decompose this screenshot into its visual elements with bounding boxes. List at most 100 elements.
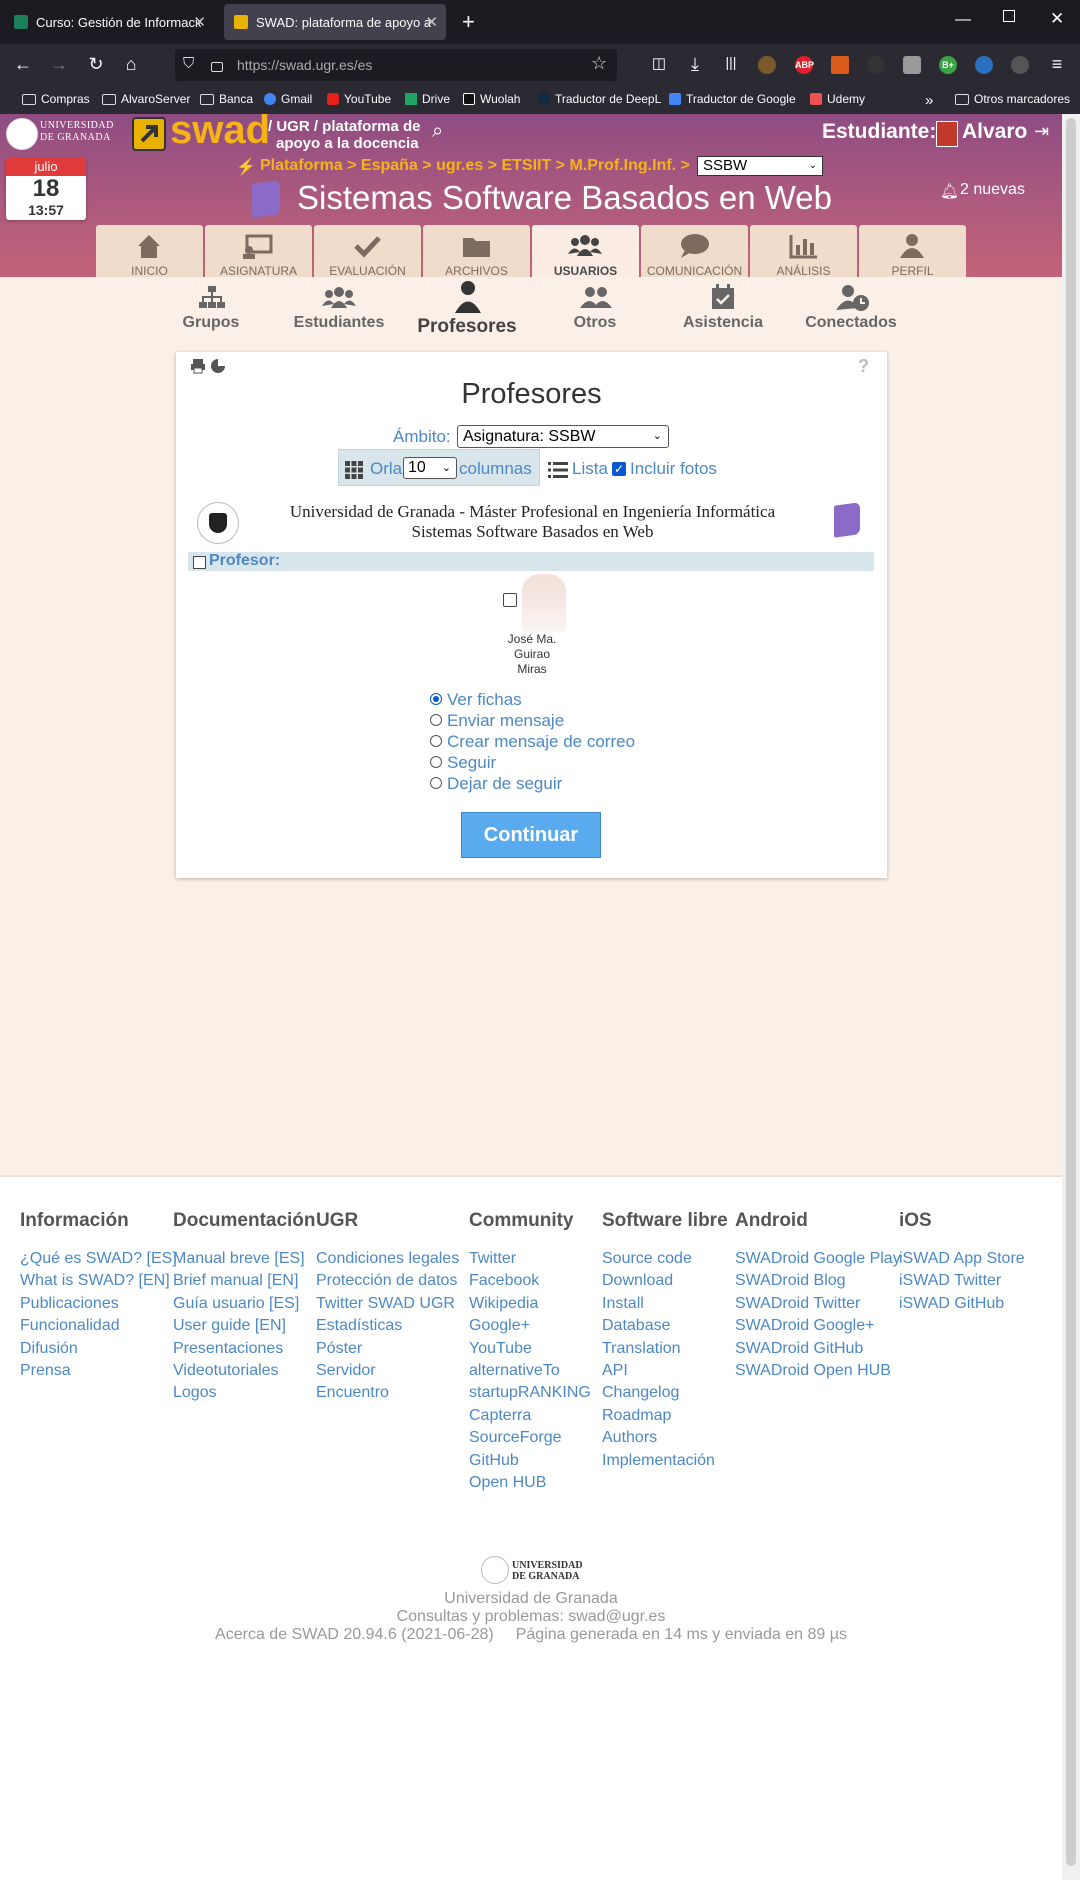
select-all-checkbox[interactable]	[193, 556, 206, 569]
bookmark-item[interactable]: Wuolah	[463, 92, 520, 106]
extensions-puzzle-icon[interactable]	[1011, 56, 1029, 74]
tab-comunicacion[interactable]: COMUNICACIÓN	[641, 225, 748, 278]
page-scrollbar[interactable]	[1062, 114, 1080, 1880]
teacher-checkbox[interactable]	[503, 593, 517, 607]
footer-link[interactable]: Implementación	[602, 1452, 715, 1470]
adblock-icon[interactable]: ABP	[795, 56, 814, 74]
footer-link[interactable]: Download	[602, 1272, 673, 1290]
print-icon[interactable]	[190, 358, 206, 374]
footer-link[interactable]: Videotutoriales	[173, 1362, 279, 1380]
footer-link[interactable]: Facebook	[469, 1272, 539, 1290]
footer-link[interactable]: Capterra	[469, 1407, 531, 1425]
radio-button[interactable]	[430, 714, 442, 726]
bookmark-item[interactable]: Traductor de Google	[669, 92, 796, 106]
orla-label[interactable]: Orla	[370, 459, 402, 479]
user-avatar[interactable]	[936, 121, 958, 147]
include-photos-checkbox[interactable]: ✓	[612, 462, 626, 476]
include-photos-label[interactable]: Incluir fotos	[630, 459, 717, 479]
other-bookmarks[interactable]: Otros marcadores	[955, 92, 1070, 106]
radio-button[interactable]	[430, 735, 442, 747]
list-icon[interactable]	[548, 461, 568, 479]
user-name[interactable]: Alvaro	[962, 120, 1027, 144]
lock-icon[interactable]	[211, 62, 223, 72]
footer-link[interactable]: Source code	[602, 1250, 692, 1268]
logout-icon[interactable]: ⇥	[1034, 121, 1049, 142]
menu-icon[interactable]: ≡	[1046, 54, 1068, 75]
footer-link[interactable]: Wikipedia	[469, 1295, 538, 1313]
footer-link[interactable]: Twitter	[469, 1250, 516, 1268]
course-select[interactable]: SSBW ⌄	[697, 156, 823, 176]
bookmark-item[interactable]: Traductor de DeepL	[538, 92, 661, 106]
tab-usuarios[interactable]: USUARIOS	[532, 225, 639, 278]
footer-link[interactable]: ¿Qué es SWAD? [ES]	[20, 1250, 177, 1268]
footer-link[interactable]: Servidor	[316, 1362, 376, 1380]
footer-link[interactable]: Authors	[602, 1429, 657, 1447]
radio-button[interactable]	[430, 777, 442, 789]
footer-link[interactable]: startupRANKING	[469, 1384, 591, 1402]
footer-link[interactable]: SWADroid Twitter	[735, 1295, 860, 1313]
footer-link[interactable]: SourceForge	[469, 1429, 562, 1447]
bookmark-item[interactable]: Gmail	[264, 92, 312, 106]
restore-icon[interactable]	[1003, 10, 1015, 22]
footer-link[interactable]: YouTube	[469, 1340, 532, 1358]
scrollbar-thumb[interactable]	[1066, 118, 1076, 1866]
footer-link[interactable]: Publicaciones	[20, 1295, 119, 1313]
scope-select[interactable]: Asignatura: SSBW ⌄	[457, 425, 669, 448]
footer-link[interactable]: Prensa	[20, 1362, 71, 1380]
footer-link[interactable]: Google+	[469, 1317, 530, 1335]
notifications-link[interactable]: 2 nuevas	[960, 181, 1025, 199]
footer-link[interactable]: Brief manual [EN]	[173, 1272, 298, 1290]
bookmark-item[interactable]: AlvaroServer	[102, 92, 190, 106]
back-icon[interactable]: ←	[12, 54, 34, 75]
ugr-seal-icon[interactable]	[6, 118, 38, 150]
extension-icon[interactable]: B+	[939, 56, 957, 74]
extension-icon[interactable]	[758, 56, 776, 74]
bookmark-item[interactable]: Udemy	[810, 92, 865, 106]
forward-icon[interactable]: →	[48, 54, 70, 75]
bookmark-item[interactable]: YouTube	[327, 92, 391, 106]
library-icon[interactable]: |||	[720, 54, 742, 70]
bookmark-item[interactable]: Compras	[22, 92, 90, 106]
tab-analisis[interactable]: ANÁLISIS	[750, 225, 857, 278]
footer-link[interactable]: SWADroid Google+	[735, 1317, 874, 1335]
footer-link[interactable]: Difusión	[20, 1340, 78, 1358]
calendar-widget[interactable]: julio 18 13:57	[6, 158, 86, 220]
tab-evaluacion[interactable]: EVALUACIÓN	[314, 225, 421, 278]
footer-link[interactable]: Estadísticas	[316, 1317, 402, 1335]
tab-asignatura[interactable]: ASIGNATURA	[205, 225, 312, 278]
footer-link[interactable]: Logos	[173, 1384, 217, 1402]
footer-link[interactable]: Guía usuario [ES]	[173, 1295, 299, 1313]
extension-icon[interactable]	[975, 56, 993, 74]
extension-icon[interactable]	[867, 56, 885, 74]
footer-contact[interactable]: Consultas y problemas: swad@ugr.es	[0, 1608, 1062, 1626]
footer-link[interactable]: Póster	[316, 1340, 362, 1358]
footer-link[interactable]: Presentaciones	[173, 1340, 283, 1358]
footer-link[interactable]: GitHub	[469, 1452, 519, 1470]
search-icon[interactable]: ⌕	[432, 120, 443, 143]
breadcrumb[interactable]: Plataforma > España > ugr.es > ETSIIT > …	[260, 157, 690, 175]
more-bookmarks-icon[interactable]: »	[925, 92, 933, 109]
footer-link[interactable]: Install	[602, 1295, 644, 1313]
footer-link[interactable]: Manual breve [ES]	[173, 1250, 305, 1268]
close-tab-icon[interactable]: ✕	[425, 13, 438, 31]
new-tab-button[interactable]: +	[462, 9, 475, 35]
footer-link[interactable]: Encuentro	[316, 1384, 389, 1402]
footer-link[interactable]: Twitter SWAD UGR	[316, 1295, 455, 1313]
bookmark-item[interactable]: Drive	[405, 92, 450, 106]
bookmark-item[interactable]: Banca	[200, 92, 253, 106]
pie-chart-icon[interactable]	[210, 358, 226, 374]
close-tab-icon[interactable]: ✕	[193, 13, 206, 31]
footer-link[interactable]: Translation	[602, 1340, 681, 1358]
swad-logo-text[interactable]: swad	[170, 108, 270, 153]
home-icon[interactable]: ⌂	[120, 54, 142, 75]
teacher-name[interactable]: José Ma. Guirao Miras	[487, 632, 577, 677]
minimize-icon[interactable]: —	[955, 11, 971, 29]
footer-link[interactable]: Roadmap	[602, 1407, 671, 1425]
footer-version[interactable]: Acerca de SWAD 20.94.6 (2021-06-28)	[215, 1626, 494, 1643]
ugr-logo-text[interactable]: UNIVERSIDAD DE GRANADA	[40, 120, 114, 144]
footer-link[interactable]: Changelog	[602, 1384, 679, 1402]
footer-link[interactable]: SWADroid GitHub	[735, 1340, 863, 1358]
reload-icon[interactable]: ↻	[85, 54, 107, 75]
footer-link[interactable]: iSWAD Twitter	[899, 1272, 1001, 1290]
swad-logo-icon[interactable]	[132, 117, 166, 151]
